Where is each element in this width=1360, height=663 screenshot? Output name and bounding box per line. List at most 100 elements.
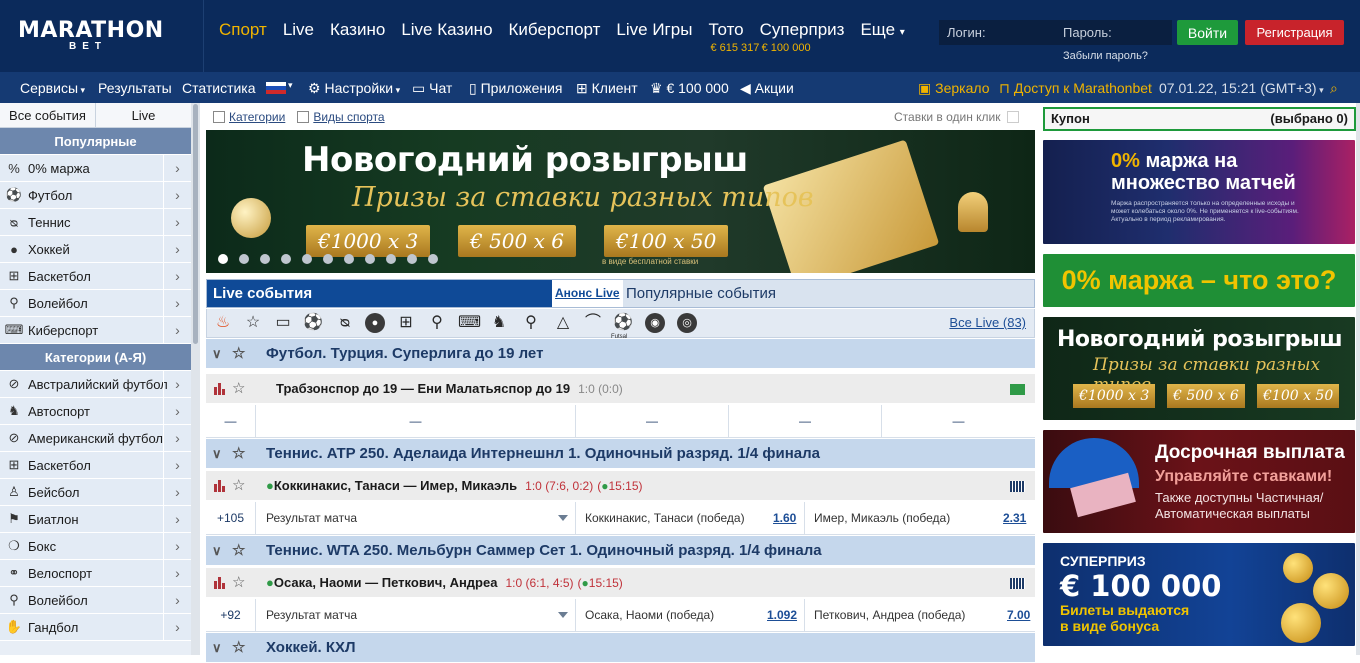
carousel-dot[interactable] xyxy=(260,254,270,264)
volleyball-icon[interactable]: ⚲ xyxy=(427,313,447,333)
ad-zero-margin[interactable]: 0% маржа на множество матчей Маржа распро… xyxy=(1043,140,1355,244)
scoreboard-icon[interactable] xyxy=(1010,481,1025,492)
star-icon[interactable]: ☆ xyxy=(232,536,245,566)
chevron-right-icon[interactable]: › xyxy=(163,209,191,235)
one-click-checkbox[interactable] xyxy=(1006,111,1019,123)
scoreboard-icon[interactable] xyxy=(1010,578,1025,589)
mirror-link[interactable]: ▣ Зеркало xyxy=(918,80,989,97)
live-announce-link[interactable]: Анонс Live xyxy=(552,280,623,307)
chevron-right-icon[interactable]: › xyxy=(163,371,191,397)
chat-link[interactable]: ▭ Чат xyxy=(412,80,452,97)
odds-cell[interactable]: Коккинакис, Танаси (победа) 1.60 xyxy=(576,502,805,535)
marathonbet-logo[interactable]: MARATHON BET xyxy=(18,18,163,58)
odds-cell[interactable]: Петкович, Андреа (победа) 7.00 xyxy=(805,599,1035,632)
tv-icon[interactable]: ▭ xyxy=(273,313,293,333)
league-header[interactable]: ∨ ☆ Теннис. WTA 250. Мельбурн Саммер Сет… xyxy=(206,536,1035,566)
chevron-down-icon[interactable]: ∨ xyxy=(212,536,222,566)
statistics-link[interactable]: Статистика xyxy=(182,80,256,96)
sports-checkbox[interactable] xyxy=(297,111,310,123)
market-select[interactable]: Результат матча xyxy=(256,599,576,632)
categories-checkbox[interactable] xyxy=(213,111,225,123)
more-markets[interactable]: +92 xyxy=(206,599,256,632)
sidebar-item-volleyball-cat[interactable]: ⚲ Волейбол › xyxy=(0,587,191,614)
more-markets[interactable]: — xyxy=(206,405,256,438)
chevron-down-icon[interactable]: ∨ xyxy=(212,339,222,369)
fire-icon[interactable]: ♨ xyxy=(213,313,233,333)
carousel-dot[interactable] xyxy=(344,254,354,264)
odds-cell[interactable]: — xyxy=(256,405,576,438)
sidebar-item-hockey[interactable]: ● Хоккей › xyxy=(0,236,191,263)
login-button[interactable]: Войти xyxy=(1177,20,1238,45)
chevron-right-icon[interactable]: › xyxy=(163,290,191,316)
tab-popular-events[interactable]: Популярные события xyxy=(626,280,776,307)
chevron-right-icon[interactable]: › xyxy=(163,398,191,424)
tab-all-events[interactable]: Все события xyxy=(0,103,96,127)
table-tennis-icon[interactable]: ⌒ xyxy=(583,313,603,333)
chevron-down-icon[interactable]: ∨ xyxy=(212,439,222,469)
nav-live-casino[interactable]: Live Казино xyxy=(401,20,492,40)
odds-cell[interactable]: — xyxy=(729,405,882,438)
chevron-right-icon[interactable]: › xyxy=(163,182,191,208)
categories-filter-link[interactable]: Категории xyxy=(229,110,285,124)
carousel-dot[interactable] xyxy=(218,254,228,264)
chevron-right-icon[interactable]: › xyxy=(163,263,191,289)
apps-link[interactable]: ▯ Приложения xyxy=(469,80,563,97)
nav-live[interactable]: Live xyxy=(283,20,314,40)
sidebar-item-boxing[interactable]: ❍ Бокс › xyxy=(0,533,191,560)
sidebar-item-football[interactable]: ⚽ Футбол › xyxy=(0,182,191,209)
results-link[interactable]: Результаты xyxy=(98,80,172,96)
badminton-icon[interactable]: ⚲ xyxy=(521,313,541,333)
sidebar-scroll-thumb[interactable] xyxy=(193,104,198,344)
chevron-right-icon[interactable]: › xyxy=(163,479,191,505)
ad-new-year[interactable]: Новогодний розыгрыш Призы за ставки разн… xyxy=(1043,317,1355,420)
futsal-icon[interactable]: ⚽ Futsal xyxy=(611,313,633,340)
odds-cell[interactable]: Имер, Микаэль (победа) 2.31 xyxy=(805,502,1035,535)
sidebar-item-motorsport[interactable]: ♞ Автоспорт › xyxy=(0,398,191,425)
football-icon[interactable]: ⚽ xyxy=(303,313,323,333)
carousel-dot[interactable] xyxy=(281,254,291,264)
chevron-right-icon[interactable]: › xyxy=(163,425,191,451)
one-click-toggle[interactable]: Ставки в один клик xyxy=(894,110,1019,124)
video-icon[interactable] xyxy=(1010,384,1025,395)
stats-icon[interactable] xyxy=(214,383,226,395)
nav-toto[interactable]: Тото € 615 317 xyxy=(708,20,759,54)
star-icon[interactable]: ☆ xyxy=(243,313,263,333)
jackpot-link[interactable]: ♛ € 100 000 xyxy=(650,80,729,97)
sidebar-item-basketball-cat[interactable]: ⊞ Баскетбол › xyxy=(0,452,191,479)
ad-margin-info[interactable]: 0% маржа – что это? xyxy=(1043,254,1355,307)
sidebar-item-biathlon[interactable]: ⚑ Биатлон › xyxy=(0,506,191,533)
nav-casino[interactable]: Казино xyxy=(330,20,385,40)
carousel-dot[interactable] xyxy=(428,254,438,264)
odds-cell[interactable]: — xyxy=(576,405,729,438)
league-header[interactable]: ∨ ☆ Футбол. Турция. Суперлига до 19 лет xyxy=(206,339,1035,369)
page-scrollbar[interactable] xyxy=(1356,103,1360,655)
promos-link[interactable]: ◀ Акции xyxy=(740,80,794,97)
bet-coupon[interactable]: Купон (выбрано 0) xyxy=(1043,107,1356,131)
register-button[interactable]: Регистрация xyxy=(1245,20,1344,45)
access-link[interactable]: ⊓ Доступ к Marathonbet xyxy=(999,80,1152,97)
nav-more[interactable]: Еще ▾ xyxy=(860,20,904,40)
horse-racing-icon[interactable]: ♞ xyxy=(489,313,509,333)
all-live-link[interactable]: Все Live (83) xyxy=(949,315,1026,330)
search-icon[interactable]: ⌕ xyxy=(1330,80,1338,97)
darts-icon[interactable]: ◎ xyxy=(677,313,697,333)
esports-icon[interactable]: ⌨ xyxy=(458,313,481,333)
sidebar-item-cycling[interactable]: ⚭ Велоспорт › xyxy=(0,560,191,587)
star-icon[interactable]: ☆ xyxy=(232,439,245,469)
hockey-icon[interactable]: ● xyxy=(365,313,385,333)
chevron-right-icon[interactable]: › xyxy=(163,317,191,343)
chevron-right-icon[interactable]: › xyxy=(163,560,191,586)
carousel-dot[interactable] xyxy=(407,254,417,264)
ad-cashout[interactable]: Досрочная выплата Управляйте ставками! Т… xyxy=(1043,430,1355,533)
carousel-dot[interactable] xyxy=(323,254,333,264)
star-icon[interactable]: ☆ xyxy=(232,339,245,369)
sidebar-item-aussie-football[interactable]: ⊘ Австралийский футбол › xyxy=(0,371,191,398)
nav-live-games[interactable]: Live Игры xyxy=(616,20,692,40)
match-row[interactable]: ☆ ●Коккинакис, Танаси — Имер, Микаэль 1:0… xyxy=(206,471,1035,501)
login-input[interactable]: Логин: xyxy=(939,25,1057,40)
odds-cell[interactable]: — xyxy=(882,405,1035,438)
sports-filter-link[interactable]: Виды спорта xyxy=(313,110,384,124)
league-header[interactable]: ∨ ☆ Хоккей. КХЛ xyxy=(206,633,1035,663)
odds-cell[interactable]: Осака, Наоми (победа) 1.092 xyxy=(576,599,805,632)
forgot-password-link[interactable]: Забыли пароль? xyxy=(1063,50,1148,62)
